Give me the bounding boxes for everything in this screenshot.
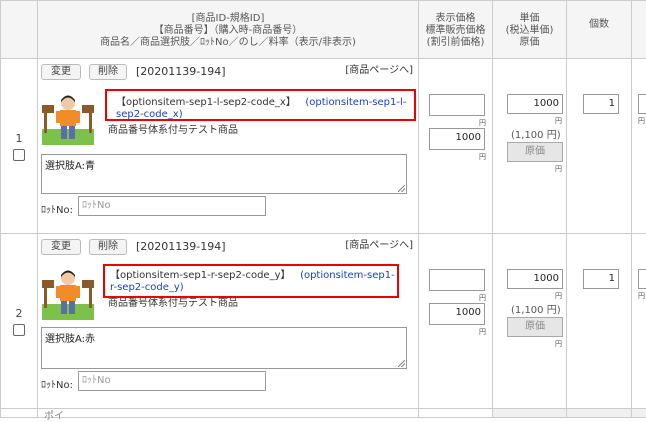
table-row-partial: ポイ — [1, 409, 646, 418]
product-code: [20201139-194] — [136, 65, 226, 78]
resize-handle-icon[interactable] — [398, 185, 405, 192]
lot-input[interactable]: ﾛｯﾄNo — [78, 371, 266, 391]
product-name: 商品番号体系付与テスト商品 — [108, 121, 238, 136]
display-price-cell: 円 1000 円 — [419, 234, 493, 409]
extra-cell: 円 — [632, 59, 646, 234]
tax-included-price: (1,100 円) — [511, 126, 561, 141]
display-price-input[interactable] — [429, 94, 485, 116]
table-row: 2 変更 削除 [20201139-194] [商品ページへ] — [1, 234, 646, 409]
row-index-cell: 1 — [1, 59, 38, 234]
standard-price-input[interactable]: 1000 — [429, 128, 485, 150]
col-unit-price-header: 単価 (税込単価) 原価 — [493, 1, 567, 59]
col-index-header — [1, 1, 38, 59]
display-price-cell: 円 1000 円 — [419, 59, 493, 234]
lot-input[interactable]: ﾛｯﾄNo — [78, 196, 266, 216]
order-items-table: [商品ID-規格ID] 【商品番号】（購入時-商品番号） 商品名／商品選択肢／ﾛ… — [0, 0, 646, 418]
lot-label: ﾛｯﾄNo: — [41, 376, 73, 391]
delete-button[interactable]: 削除 — [89, 239, 127, 255]
quantity-input[interactable]: 1 — [583, 94, 619, 114]
product-thumbnail — [42, 93, 94, 145]
product-code: [20201139-194] — [136, 240, 226, 253]
quantity-cell: 1 — [567, 234, 632, 409]
unit-price-input[interactable]: 1000 — [507, 94, 563, 114]
quantity-input[interactable]: 1 — [583, 269, 619, 289]
product-thumbnail — [42, 268, 94, 320]
col-qty-header: 個数 — [567, 1, 632, 59]
lot-label: ﾛｯﾄNo: — [41, 201, 73, 216]
cost-input[interactable]: 原価 — [507, 142, 563, 162]
highlight-box — [105, 89, 416, 121]
change-button[interactable]: 変更 — [41, 64, 81, 80]
unit-price-input[interactable]: 1000 — [507, 269, 563, 289]
delete-button[interactable]: 削除 — [89, 64, 127, 80]
highlight-box — [103, 264, 399, 298]
row-select-checkbox[interactable] — [13, 149, 25, 161]
cost-input[interactable]: 原価 — [507, 317, 563, 337]
col-info-header: [商品ID-規格ID] 【商品番号】（購入時-商品番号） 商品名／商品選択肢／ﾛ… — [38, 1, 419, 59]
product-page-link[interactable]: [商品ページへ] — [345, 61, 413, 76]
row-select-checkbox[interactable] — [13, 324, 25, 336]
unit-price-cell: 1000 円 (1,100 円) 原価 円 — [493, 59, 567, 234]
resize-handle-icon[interactable] — [398, 360, 405, 367]
change-button[interactable]: 変更 — [41, 239, 81, 255]
display-price-input[interactable] — [429, 269, 485, 291]
extra-input[interactable] — [638, 269, 646, 289]
extra-cell: 円 — [632, 234, 646, 409]
option-textarea[interactable]: 選択肢A:青 — [41, 154, 407, 194]
product-page-link[interactable]: [商品ページへ] — [345, 236, 413, 251]
extra-input[interactable] — [638, 94, 646, 114]
col-extra-header — [632, 1, 646, 59]
tax-included-price: (1,100 円) — [511, 301, 561, 316]
footer-partial-label: ポイ — [44, 407, 64, 422]
product-info-cell: 変更 削除 [20201139-194] [商品ページへ] — [38, 59, 419, 234]
standard-price-input[interactable]: 1000 — [429, 303, 485, 325]
quantity-cell: 1 — [567, 59, 632, 234]
unit-price-cell: 1000 円 (1,100 円) 原価 円 — [493, 234, 567, 409]
table-row: 1 変更 削除 [20201139-194] [商品ページへ] — [1, 59, 646, 234]
col-display-price-header: 表示価格 標準販売価格 (割引前価格) — [419, 1, 493, 59]
option-textarea[interactable]: 選択肢A:赤 — [41, 327, 407, 369]
row-index-cell: 2 — [1, 234, 38, 409]
product-info-cell: 変更 削除 [20201139-194] [商品ページへ] — [38, 234, 419, 409]
